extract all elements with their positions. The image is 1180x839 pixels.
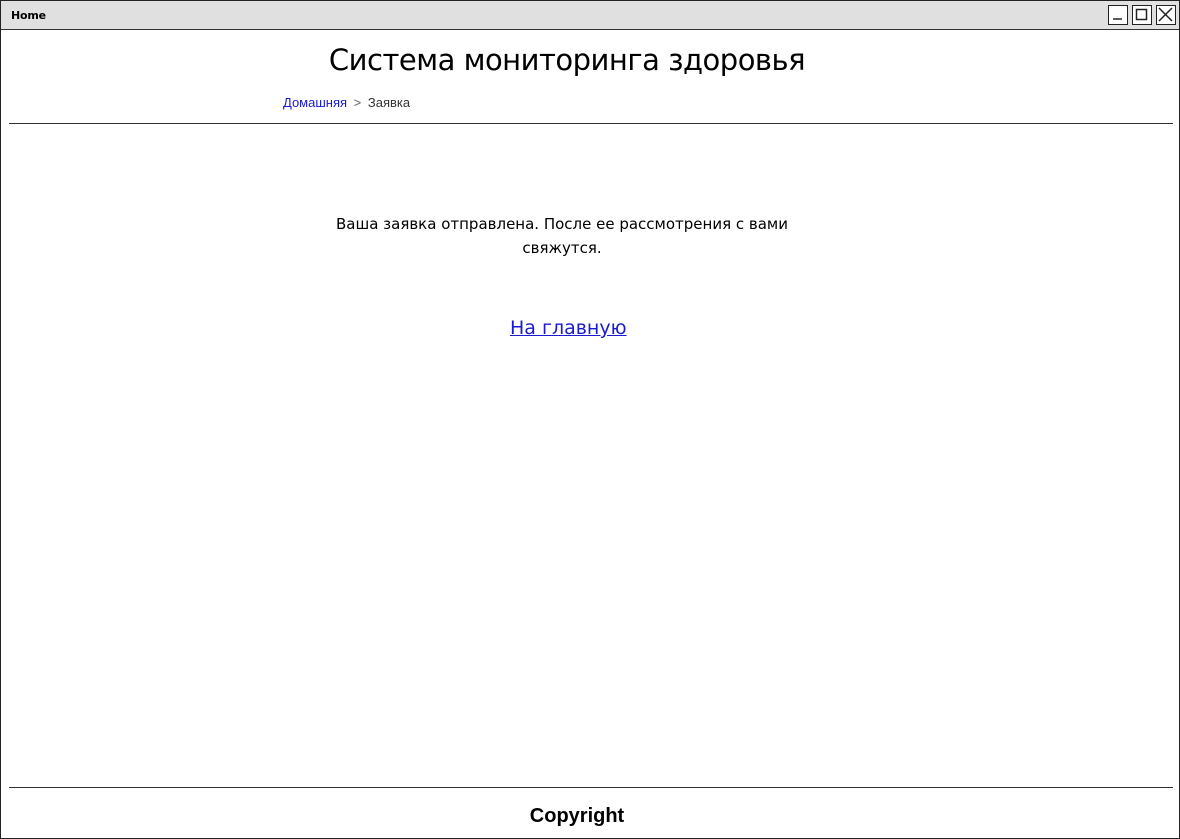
minimize-icon <box>1113 18 1122 20</box>
page-title: Система мониторинга здоровья <box>328 43 806 77</box>
window-titlebar: Home <box>1 1 1179 30</box>
header-divider <box>9 123 1173 124</box>
breadcrumb-separator: > <box>353 95 362 110</box>
browser-window: Home Система мониторинга здоровья Домашн… <box>0 0 1180 839</box>
window-title: Home <box>11 9 46 22</box>
home-link[interactable]: На главную <box>510 317 627 339</box>
close-button[interactable] <box>1156 5 1176 25</box>
maximize-button[interactable] <box>1132 5 1152 25</box>
footer-divider <box>9 787 1173 788</box>
minimize-button[interactable] <box>1108 5 1128 25</box>
breadcrumb-home-link[interactable]: Домашняя <box>283 95 347 110</box>
confirmation-message: Ваша заявка отправлена. После ее рассмот… <box>335 215 788 257</box>
footer-copyright: Copyright <box>529 805 625 827</box>
close-icon <box>1158 7 1173 22</box>
maximize-icon <box>1135 8 1148 21</box>
breadcrumb-current: Заявка <box>367 95 411 110</box>
breadcrumb: Домашняя > Заявка <box>283 95 410 110</box>
